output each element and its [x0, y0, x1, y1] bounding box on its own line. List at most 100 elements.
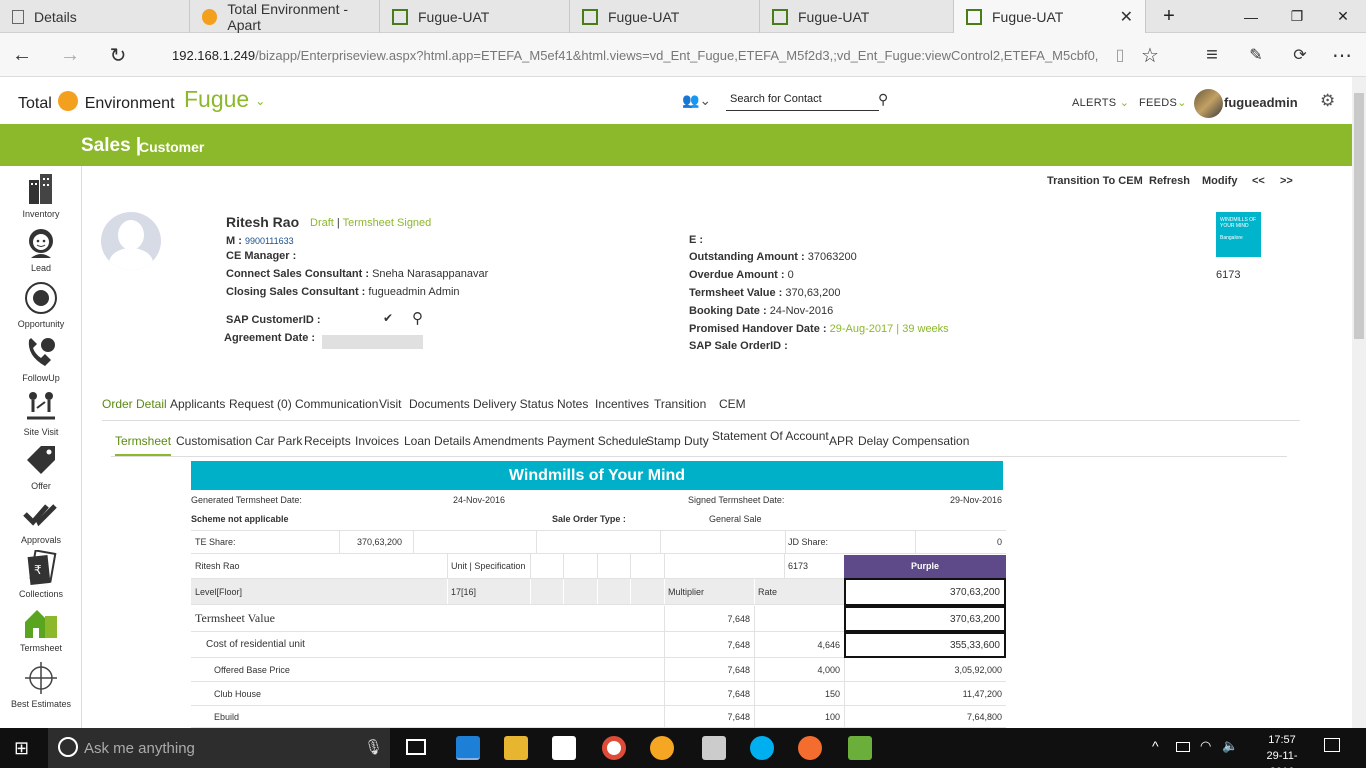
search-icon[interactable]: ⚲ [878, 91, 888, 108]
tab-order-detail[interactable]: Order Detail [102, 397, 167, 411]
task-view-icon[interactable] [406, 739, 426, 755]
tab-transition[interactable]: Transition [654, 397, 706, 411]
alerts-menu[interactable]: ALERTS ⌄ [1072, 96, 1129, 109]
favorite-star-icon[interactable]: ☆ [1134, 39, 1166, 71]
wifi-icon[interactable]: ◠ [1200, 738, 1211, 754]
checkmark-icon[interactable]: ✔ [383, 311, 393, 325]
spreadsheet-icon[interactable] [848, 736, 872, 760]
app-switcher[interactable]: Fugue ⌄ [184, 86, 265, 113]
browser-tab-fugue-1[interactable]: Fugue-UAT [380, 0, 570, 33]
sidebar-label: Termsheet [19, 643, 63, 653]
tab-stamp-duty[interactable]: Stamp Duty [646, 434, 709, 448]
sidebar-item-lead[interactable]: Lead [0, 224, 82, 273]
minimize-icon[interactable]: — [1228, 0, 1274, 33]
restore-icon[interactable]: ❐ [1274, 0, 1320, 33]
username[interactable]: fugueadmin [1224, 95, 1298, 110]
tab-communication[interactable]: Communication [295, 397, 378, 411]
scrollbar-thumb[interactable] [1354, 93, 1364, 339]
tab-request[interactable]: Request (0) [229, 397, 292, 411]
sidebar-item-inventory[interactable]: Inventory [0, 170, 82, 219]
sidebar-item-best-estimates[interactable]: Best Estimates [0, 660, 82, 709]
refresh-icon[interactable]: ↻ [102, 39, 134, 71]
tab-delay-compensation[interactable]: Delay Compensation [858, 434, 969, 448]
store-icon[interactable] [552, 736, 576, 760]
sidebar-item-offer[interactable]: Offer [0, 442, 82, 491]
tab-incentives[interactable]: Incentives [595, 397, 649, 411]
web-note-icon[interactable]: ✎ [1240, 39, 1272, 71]
share-icon[interactable]: ⟳ [1284, 39, 1316, 71]
microphone-icon[interactable]: 🎙 [364, 738, 383, 756]
battery-icon[interactable] [1176, 742, 1190, 752]
browser-tab-fugue-3[interactable]: Fugue-UAT [760, 0, 954, 33]
hub-icon[interactable]: ≡ [1196, 39, 1228, 71]
sidebar-item-site-visit[interactable]: Site Visit [0, 388, 82, 437]
tab-customisation[interactable]: Customisation [176, 434, 252, 448]
mail-client-icon[interactable] [650, 736, 674, 760]
feeds-menu[interactable]: FEEDS⌄ [1139, 96, 1187, 109]
browser-tab-total-environment[interactable]: Total Environment - Apart [190, 0, 380, 33]
tab-termsheet[interactable]: Termsheet [115, 434, 172, 456]
file-explorer-icon[interactable] [504, 736, 528, 760]
browser-tab-fugue-active[interactable]: Fugue-UAT ✕ [954, 0, 1146, 34]
tab-cem[interactable]: CEM [719, 397, 746, 411]
user-avatar[interactable] [1194, 89, 1223, 118]
tab-delivery-status[interactable]: Delivery Status [473, 397, 554, 411]
tray-chevron-up-icon[interactable]: ^ [1152, 738, 1159, 754]
tab-loan-details[interactable]: Loan Details [404, 434, 471, 448]
magnifier-search-icon[interactable]: ⚲ [412, 309, 423, 327]
browser-tab-details[interactable]: Details [0, 0, 190, 33]
window-close-icon[interactable]: ✕ [1320, 0, 1366, 33]
tools-icon[interactable] [702, 736, 726, 760]
chrome-icon[interactable] [602, 736, 626, 760]
mobile-link[interactable]: 9900111633 [245, 236, 294, 246]
system-clock[interactable]: 17:57 29-11-2016 [1257, 732, 1307, 780]
app-launcher-icon[interactable] [798, 736, 822, 760]
feeds-label: FEEDS [1139, 97, 1178, 109]
sidebar-item-termsheet[interactable]: Termsheet [0, 604, 82, 653]
settings-gear-icon[interactable]: ⚙ [1320, 91, 1335, 111]
tab-apr[interactable]: APR [829, 434, 854, 448]
row-multiplier: 7,648 [727, 613, 750, 624]
agreement-date-input[interactable] [322, 335, 423, 349]
reading-view-icon[interactable]: ▯ [1104, 39, 1136, 71]
sidebar-item-followup[interactable]: FollowUp [0, 334, 82, 383]
tab-statement-of-account[interactable]: Statement Of Account [712, 429, 829, 443]
next-record-button[interactable]: >> [1280, 175, 1293, 187]
tab-payment-schedule[interactable]: Payment Schedule [547, 434, 648, 448]
contact-search-input[interactable]: Search for Contact [726, 91, 879, 111]
sidebar-item-opportunity[interactable]: Opportunity [0, 280, 82, 329]
tab-invoices[interactable]: Invoices [355, 434, 399, 448]
transition-to-cem-button[interactable]: Transition To CEM [1047, 175, 1143, 187]
modify-button[interactable]: Modify [1202, 175, 1237, 187]
scheme-text: Scheme not applicable [191, 514, 289, 524]
address-bar[interactable]: 192.168.1.249/bizapp/Enterpriseview.aspx… [158, 39, 1098, 71]
forward-icon[interactable]: → [54, 39, 86, 71]
tab-notes[interactable]: Notes [557, 397, 588, 411]
skype-icon[interactable] [750, 736, 774, 760]
cortana-search-box[interactable]: Ask me anything [48, 728, 390, 768]
tab-applicants[interactable]: Applicants [170, 397, 225, 411]
tab-amendments[interactable]: Amendments [473, 434, 544, 448]
more-icon[interactable]: ⋯ [1326, 39, 1358, 71]
tab-car-park[interactable]: Car Park [255, 434, 302, 448]
tab-visit[interactable]: Visit [379, 397, 401, 411]
tab-receipts[interactable]: Receipts [304, 434, 351, 448]
contacts-group-icon[interactable]: 👥⌄ [682, 92, 711, 109]
close-tab-icon[interactable]: ✕ [1120, 7, 1133, 27]
windows-start-icon[interactable]: ⊞ [14, 738, 29, 759]
company-logo[interactable]: Total Environment [18, 91, 175, 113]
volume-muted-icon[interactable]: 🔈 [1222, 738, 1238, 754]
sidebar-item-collections[interactable]: ₹ Collections [0, 550, 82, 599]
browser-tab-fugue-2[interactable]: Fugue-UAT [570, 0, 760, 33]
termsheet-dates-row: Generated Termsheet Date: 24-Nov-2016 Si… [191, 492, 1006, 508]
project-logo: WINDMILLS OF YOUR MIND Bangalore [1216, 212, 1261, 257]
sidebar-item-approvals[interactable]: Approvals [0, 496, 82, 545]
previous-record-button[interactable]: << [1252, 175, 1265, 187]
page-scrollbar[interactable] [1352, 77, 1366, 728]
refresh-button[interactable]: Refresh [1149, 175, 1190, 187]
new-tab-icon[interactable]: + [1146, 0, 1192, 33]
edge-browser-icon[interactable] [456, 736, 480, 760]
tab-documents[interactable]: Documents [409, 397, 470, 411]
action-center-icon[interactable] [1324, 738, 1340, 752]
back-icon[interactable]: ← [6, 39, 38, 71]
